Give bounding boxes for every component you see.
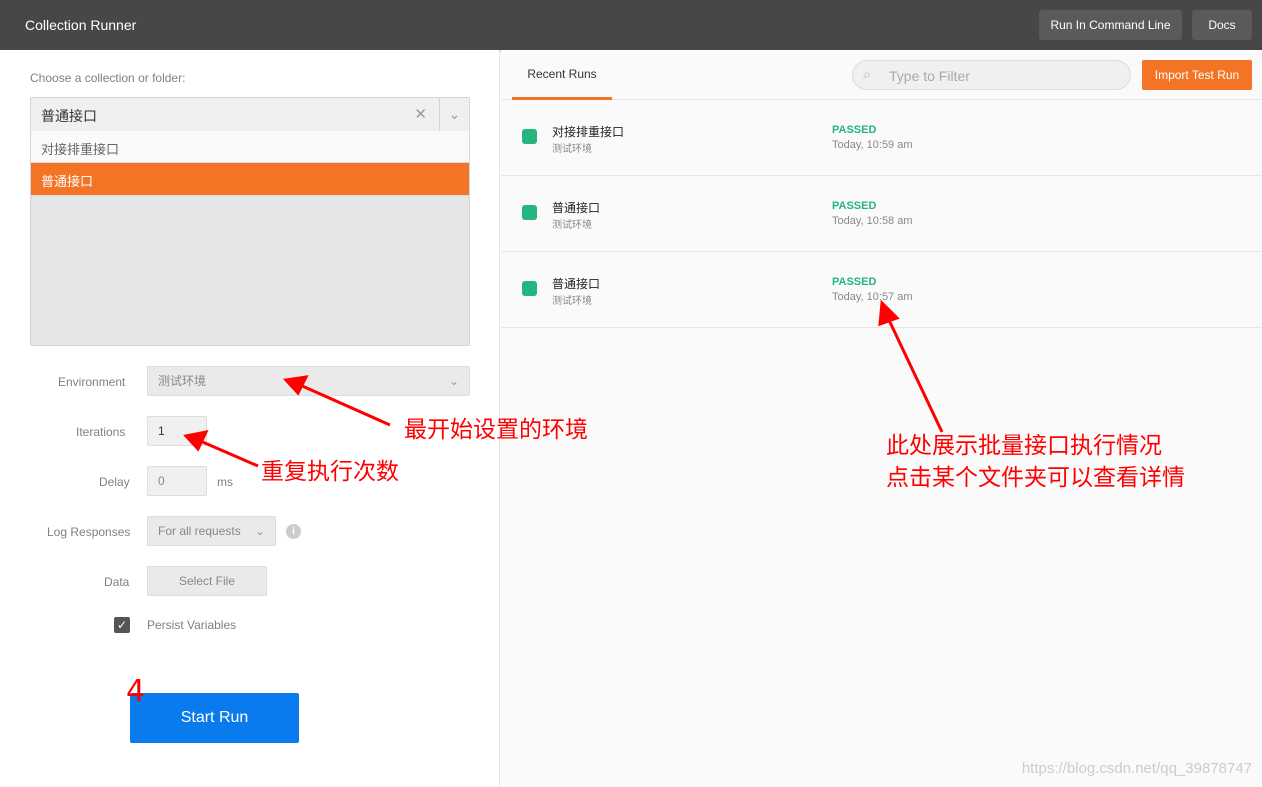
arrow-environment [299, 383, 391, 427]
arrow-head [282, 375, 309, 396]
annotation-arrows [183, 299, 944, 468]
watermark: https://blog.csdn.net/qq_39878747 [1021, 760, 1252, 777]
arrow-head [878, 299, 900, 327]
arrow-runs [886, 317, 944, 433]
arrow-iterations [197, 438, 259, 468]
arrow-head [183, 429, 209, 452]
